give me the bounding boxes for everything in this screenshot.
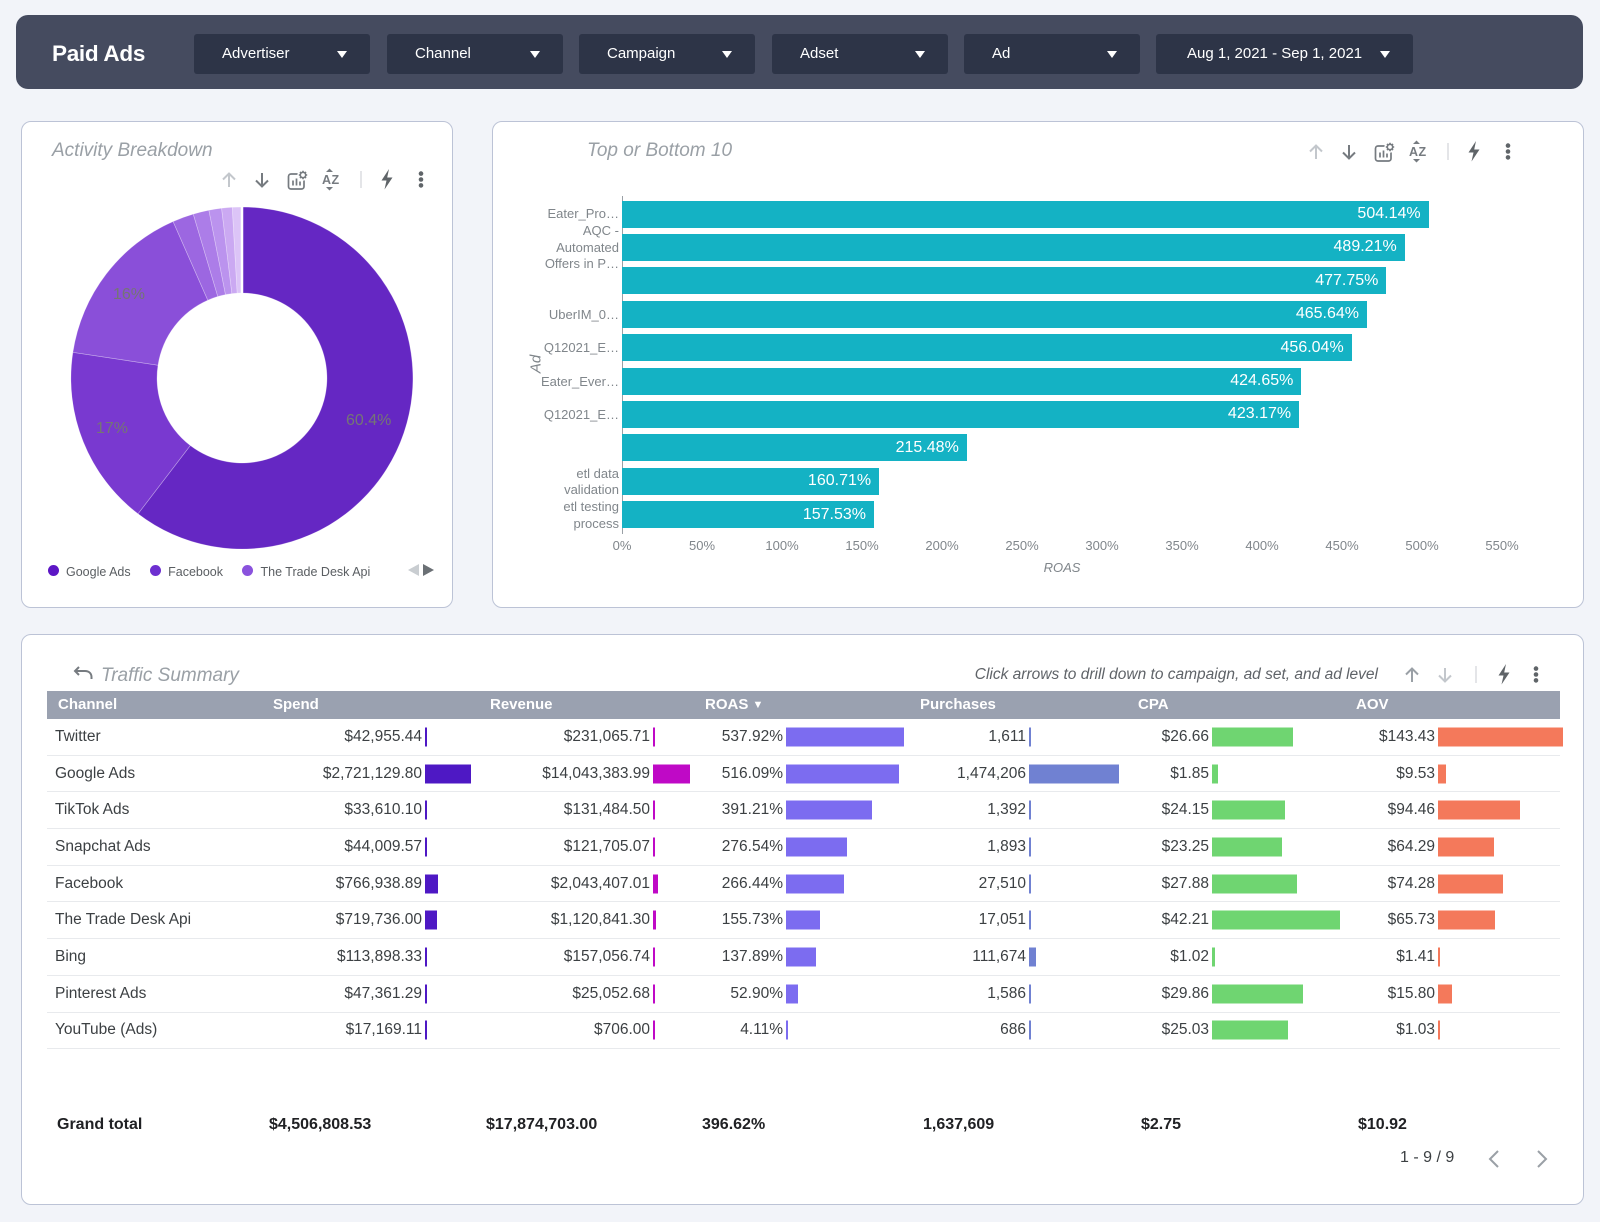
svg-text:Z: Z xyxy=(1419,145,1427,159)
svg-text:A: A xyxy=(1409,145,1418,159)
